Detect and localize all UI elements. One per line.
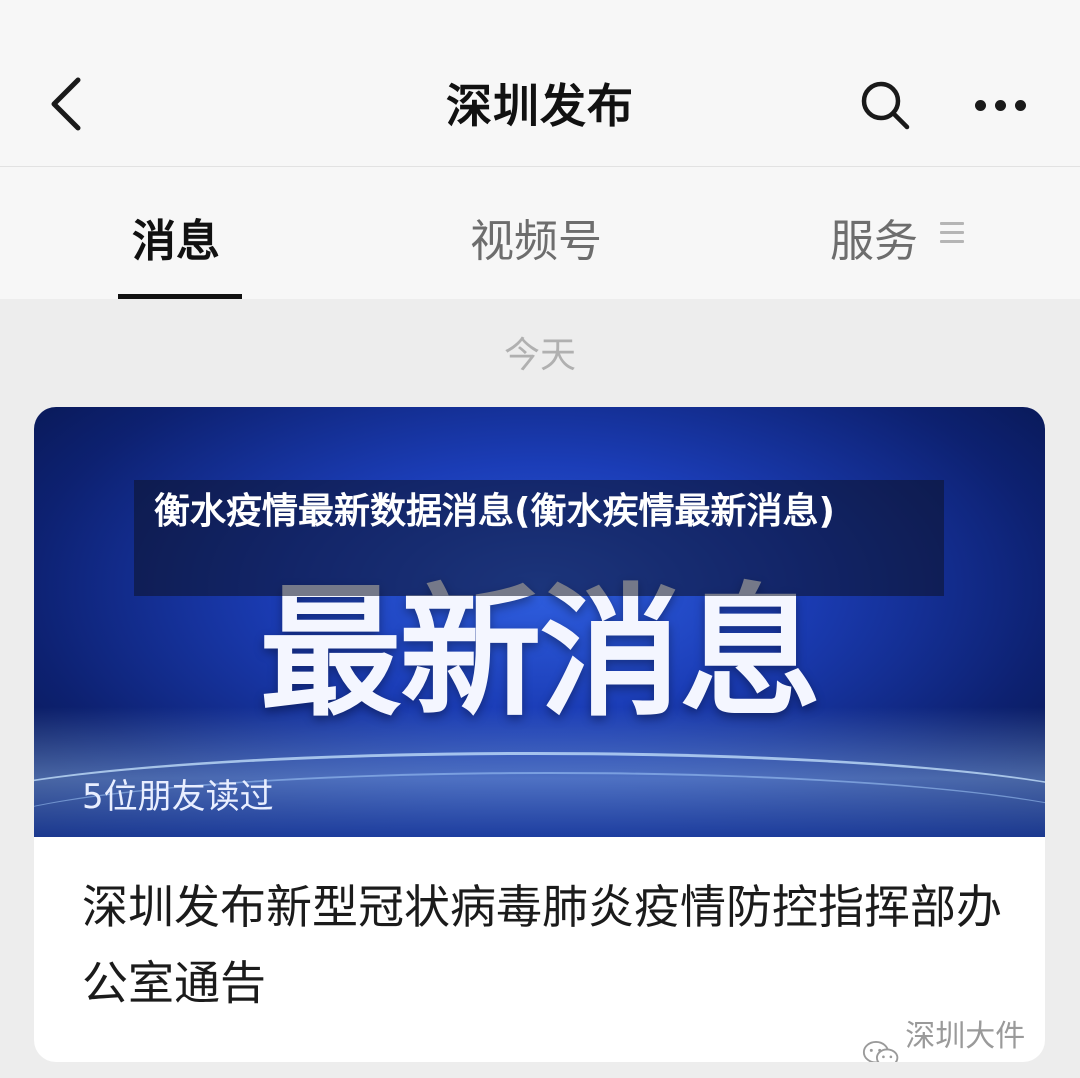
top-navigation-bar: 深圳发布 bbox=[0, 0, 1080, 167]
tab-channels[interactable]: 视频号 bbox=[470, 205, 602, 269]
more-dot bbox=[994, 99, 1006, 111]
watermark-text: 深圳大件事 bbox=[905, 1019, 1026, 1054]
tab-bar: 消息 视频号 服务 bbox=[0, 167, 1080, 299]
menu-line bbox=[940, 240, 964, 243]
more-horizontal-icon bbox=[974, 99, 986, 111]
active-tab-indicator bbox=[118, 294, 242, 299]
tab-messages[interactable]: 消息 bbox=[132, 205, 220, 269]
menu-line bbox=[940, 231, 964, 234]
tab-services[interactable]: 服务 bbox=[830, 205, 918, 269]
article-card[interactable]: 最新消息 5位朋友读过 衡水疫情最新数据消息(衡水疾情最新消息) 深圳发布新型冠… bbox=[34, 407, 1045, 1062]
more-dot bbox=[1014, 99, 1026, 111]
article-title[interactable]: 深圳发布新型冠状病毒肺炎疫情防控指挥部办公室通告 bbox=[82, 869, 1012, 1021]
more-options-button[interactable] bbox=[962, 70, 1038, 140]
wechat-icon bbox=[862, 1041, 899, 1062]
search-button[interactable] bbox=[850, 70, 920, 140]
date-divider: 今天 bbox=[503, 335, 576, 376]
watermark: 深圳大件事 bbox=[862, 1011, 1045, 1062]
overlay-title: 衡水疫情最新数据消息(衡水疾情最新消息) bbox=[134, 480, 944, 596]
search-icon bbox=[861, 81, 910, 130]
menu-icon[interactable] bbox=[940, 222, 964, 244]
menu-line bbox=[940, 222, 964, 225]
friends-read-count: 5位朋友读过 bbox=[82, 777, 274, 817]
article-cover-image: 最新消息 5位朋友读过 衡水疫情最新数据消息(衡水疾情最新消息) bbox=[34, 407, 1045, 837]
